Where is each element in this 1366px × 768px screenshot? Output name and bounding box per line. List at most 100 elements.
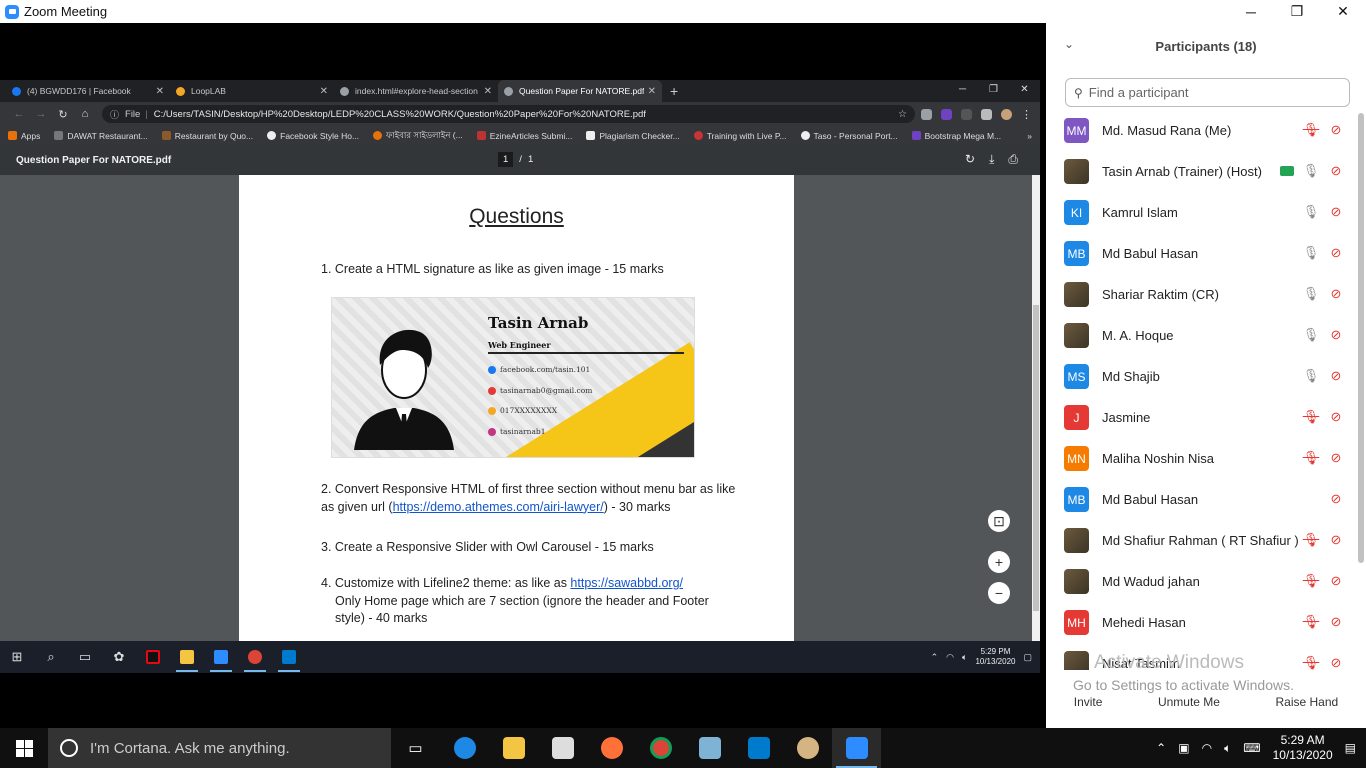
avatar <box>1064 651 1089 670</box>
puzzle-extensions-icon[interactable] <box>981 108 992 120</box>
start-button[interactable] <box>0 728 48 768</box>
collapse-chevron-icon[interactable]: ⌄ <box>1064 37 1074 51</box>
page-indicator: 1 / 1 <box>498 152 533 167</box>
tab-close-icon[interactable]: ✕ <box>484 86 492 97</box>
participant-name: Shariar Raktim (CR) <box>1102 287 1220 302</box>
notepad-icon[interactable] <box>685 728 734 768</box>
participant-row[interactable]: Tasin Arnab (Trainer) (Host) 🎙︎ ⊘ <box>1046 151 1356 192</box>
home-icon[interactable]: ⌂ <box>74 108 96 120</box>
task-view-icon[interactable]: ▭ <box>391 728 440 768</box>
browser-maximize-button[interactable]: ❐ <box>978 80 1009 102</box>
bookmark-apps[interactable]: Apps <box>8 131 40 141</box>
tab-looplab[interactable]: LoopLAB ✕ <box>170 80 334 102</box>
profile-avatar[interactable] <box>1001 108 1012 120</box>
network-icon[interactable]: ▣ <box>1178 741 1189 755</box>
zoom-out-button[interactable]: − <box>988 582 1010 604</box>
unmute-me-button[interactable]: Unmute Me <box>1158 695 1220 709</box>
bookmark-item[interactable]: Taso - Personal Port... <box>800 131 898 141</box>
bookmark-item[interactable]: ফাইবার সাইডলাইন (... <box>373 129 463 143</box>
chrome-menu-icon[interactable]: ⋮ <box>1021 108 1032 121</box>
cortana-search-box[interactable]: I'm Cortana. Ask me anything. <box>48 728 391 768</box>
action-center-icon[interactable]: ▤ <box>1345 741 1356 755</box>
back-icon[interactable]: ← <box>8 108 30 120</box>
bookmark-favicon-icon <box>586 131 596 140</box>
participant-row[interactable]: MH Mehedi Hasan 🎙︎ ⊘ <box>1046 602 1356 643</box>
participant-search-input[interactable] <box>1088 85 1319 100</box>
keyboard-icon[interactable]: ⌨ <box>1243 741 1260 755</box>
browser-minimize-button[interactable]: ─ <box>947 80 978 102</box>
browser-close-button[interactable]: ✕ <box>1009 80 1040 102</box>
volume-icon[interactable]: 🔈︎ <box>1224 741 1231 756</box>
bookmark-item[interactable]: Bootstrap Mega M... <box>911 131 1001 141</box>
participant-row[interactable]: MM Md. Masud Rana (Me) 🎙︎ ⊘ <box>1046 110 1356 151</box>
participant-row[interactable]: M. A. Hoque 🎙︎ ⊘ <box>1046 315 1356 356</box>
info-icon[interactable]: ⓘ <box>110 108 119 121</box>
minimize-button[interactable]: ─ <box>1228 0 1274 23</box>
tab-facebook[interactable]: (4) BGWDD176 | Facebook ✕ <box>6 80 170 102</box>
pdf-viewer[interactable]: Questions 1. Create a HTML signature as … <box>0 175 1032 664</box>
zoom-in-button[interactable]: + <box>988 551 1010 573</box>
tray-chevron-icon[interactable]: ⌃ <box>1156 741 1166 755</box>
restore-button[interactable]: ❐ <box>1274 0 1320 23</box>
participant-row[interactable]: J Jasmine 🎙︎ ⊘ <box>1046 397 1356 438</box>
print-icon[interactable]: ⎙ <box>1008 152 1018 167</box>
bookmark-item[interactable]: DAWAT Restaurant... <box>54 131 148 141</box>
signature-instagram: tasinarnab1 <box>488 427 546 436</box>
participant-row[interactable]: MB Md Babul Hasan 🎙︎ ⊘ <box>1046 233 1356 274</box>
bookmark-item[interactable]: Plagiarism Checker... <box>586 131 680 141</box>
url-field[interactable]: ⓘ File | C:/Users/TASIN/Desktop/HP%20Des… <box>102 105 915 123</box>
firefox-icon[interactable] <box>587 728 636 768</box>
dark-extension-icon[interactable] <box>961 108 972 120</box>
new-tab-button[interactable]: + <box>670 80 678 102</box>
participant-row[interactable]: Md Wadud jahan 🎙︎ ⊘ <box>1046 561 1356 602</box>
bookmark-star-icon[interactable]: ☆ <box>898 109 907 120</box>
participant-row[interactable]: MS Md Shajib 🎙︎ ⊘ <box>1046 356 1356 397</box>
raise-hand-button[interactable]: Raise Hand <box>1276 695 1339 709</box>
bookmark-item[interactable]: Facebook Style Ho... <box>267 131 359 141</box>
participant-row[interactable]: Md Shafiur Rahman ( RT Shafiur ) 🎙︎ ⊘ <box>1046 520 1356 561</box>
rotate-icon[interactable]: ↻ <box>965 152 975 167</box>
tab-close-icon[interactable]: ✕ <box>320 86 328 97</box>
tab-question-paper[interactable]: Question Paper For NATORE.pdf ✕ <box>498 80 662 102</box>
bookmark-item[interactable]: EzineArticles Submi... <box>476 131 572 141</box>
store-icon[interactable] <box>538 728 587 768</box>
participant-row[interactable]: Shariar Raktim (CR) 🎙︎ ⊘ <box>1046 274 1356 315</box>
question-4-link[interactable]: https://sawabbd.org/ <box>570 576 683 590</box>
purple-extension-icon[interactable] <box>941 108 952 120</box>
camera-extension-icon[interactable] <box>921 108 932 120</box>
tab-close-icon[interactable]: ✕ <box>156 86 164 97</box>
video-off-icon: ⊘ <box>1330 409 1342 424</box>
participant-name: Md. Masud Rana (Me) <box>1102 123 1232 138</box>
participants-panel: ⌄ Participants (18) ⚲ MM Md. Masud Rana (… <box>1046 23 1366 728</box>
chrome-taskbar-icon[interactable] <box>636 728 685 768</box>
edge-icon[interactable] <box>440 728 489 768</box>
fit-page-button[interactable]: ⊡ <box>988 510 1010 532</box>
download-icon[interactable]: ⤓ <box>989 152 994 167</box>
participant-row[interactable]: KI Kamrul Islam 🎙︎ ⊘ <box>1046 192 1356 233</box>
tab-index[interactable]: index.html#explore-head-section ✕ <box>334 80 498 102</box>
participant-search[interactable]: ⚲ <box>1065 78 1350 107</box>
vscode-taskbar-icon[interactable] <box>734 728 783 768</box>
bookmark-item[interactable]: Restaurant by Quo... <box>161 131 253 141</box>
invite-button[interactable]: Invite <box>1074 695 1103 709</box>
bookmarks-overflow-button[interactable]: » <box>1027 131 1040 141</box>
close-button[interactable]: ✕ <box>1320 0 1366 23</box>
question-2-link[interactable]: https://demo.athemes.com/airi-lawyer/ <box>393 500 604 514</box>
bookmark-item[interactable]: Training with Live P... <box>693 130 787 141</box>
current-page-input[interactable]: 1 <box>498 152 514 167</box>
forward-icon[interactable]: → <box>30 108 52 120</box>
paint-icon[interactable] <box>783 728 832 768</box>
participant-row[interactable]: MB Md Babul Hasan ⊘ <box>1046 479 1356 520</box>
zoom-taskbar-icon[interactable] <box>832 728 881 768</box>
participant-name: Md Wadud jahan <box>1102 574 1200 589</box>
pdf-scrollbar[interactable] <box>1032 175 1040 664</box>
participants-scrollbar[interactable] <box>1358 113 1364 563</box>
system-clock[interactable]: 5:29 AM 10/13/2020 <box>1273 733 1333 763</box>
tab-close-icon[interactable]: ✕ <box>648 86 656 97</box>
wifi-icon[interactable]: ◠ <box>1202 741 1212 755</box>
video-off-icon: ⊘ <box>1330 368 1342 383</box>
bookmark-label: Training with Live P... <box>706 130 787 141</box>
participant-row[interactable]: MN Maliha Noshin Nisa 🎙︎ ⊘ <box>1046 438 1356 479</box>
reload-icon[interactable]: ↻ <box>52 108 74 121</box>
file-explorer-taskbar-icon[interactable] <box>489 728 538 768</box>
